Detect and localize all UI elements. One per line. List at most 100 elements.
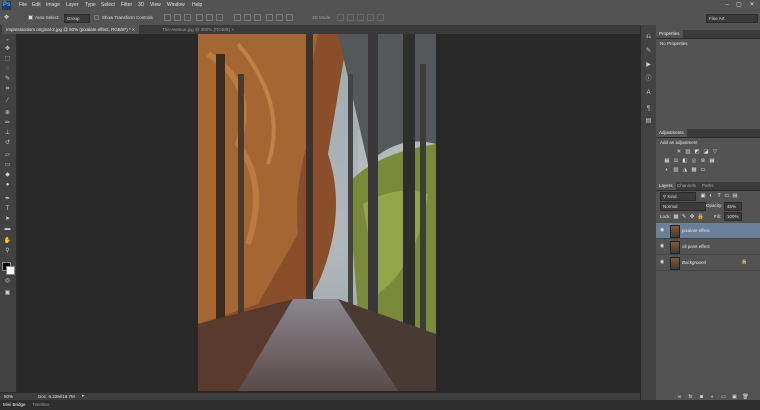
move-tool-icon[interactable]: ✥ xyxy=(3,46,12,53)
history-icon[interactable]: ⎌ xyxy=(644,33,653,41)
visibility-eye-icon[interactable]: ◉ xyxy=(659,227,665,233)
show-transform-checkbox[interactable] xyxy=(94,15,99,20)
layer-filter-kind-dropdown[interactable]: ⚲ Kind xyxy=(660,192,696,201)
distribute-hcenter-icon[interactable] xyxy=(276,14,283,21)
fill-input[interactable]: 100% xyxy=(724,212,742,221)
menu-3d[interactable]: 3D xyxy=(138,2,144,8)
menu-help[interactable]: Help xyxy=(192,2,202,8)
color-balance-icon[interactable]: ⚖ xyxy=(673,158,679,164)
quick-select-tool-icon[interactable]: ✎ xyxy=(3,76,12,83)
filter-adjustment-icon[interactable]: ◐ xyxy=(708,193,714,199)
distribute-vcenter-icon[interactable] xyxy=(244,14,251,21)
dodge-tool-icon[interactable]: ● xyxy=(3,182,12,189)
info-icon[interactable]: ⓘ xyxy=(644,75,653,83)
pen-tool-icon[interactable]: ✒ xyxy=(3,196,12,203)
menu-layer[interactable]: Layer xyxy=(66,2,79,8)
align-bottom-icon[interactable] xyxy=(184,14,191,21)
zoom-tool-icon[interactable]: ⚲ xyxy=(3,248,12,255)
marquee-tool-icon[interactable]: ⬚ xyxy=(3,56,12,63)
tab-timeline[interactable]: Timeline xyxy=(32,401,49,409)
filter-pixel-icon[interactable]: ▣ xyxy=(700,193,706,199)
menu-type[interactable]: Type xyxy=(85,2,96,8)
menu-edit[interactable]: Edit xyxy=(32,2,41,8)
tab-layers[interactable]: Layers xyxy=(656,182,676,190)
menu-image[interactable]: Image xyxy=(46,2,60,8)
character-icon[interactable]: A xyxy=(644,89,653,97)
shape-tool-icon[interactable]: ▬ xyxy=(3,226,12,233)
brush-presets-icon[interactable]: ✎ xyxy=(644,47,653,55)
lock-image-icon[interactable]: ✎ xyxy=(681,214,687,220)
background-color-swatch[interactable] xyxy=(6,266,15,275)
visibility-eye-icon[interactable]: ◉ xyxy=(659,259,665,265)
layer-row-pixalate-effect[interactable]: ◉ pixalate effect xyxy=(656,223,760,239)
menu-select[interactable]: Select xyxy=(101,2,115,8)
3d-slide-icon[interactable] xyxy=(367,14,374,21)
3d-drag-icon[interactable] xyxy=(357,14,364,21)
hue-saturation-icon[interactable]: ▦ xyxy=(664,158,670,164)
tab-channels[interactable]: Channels xyxy=(674,182,699,190)
maximize-icon[interactable]: ▢ xyxy=(734,1,744,9)
3d-scale-icon[interactable] xyxy=(377,14,384,21)
invert-icon[interactable]: ◐ xyxy=(664,167,670,173)
distribute-right-icon[interactable] xyxy=(286,14,293,21)
menu-filter[interactable]: Filter xyxy=(121,2,132,8)
tab-mini-bridge[interactable]: Mini Bridge xyxy=(3,401,26,409)
filter-type-icon[interactable]: T xyxy=(716,193,722,199)
workspace-dropdown[interactable]: Fine Art xyxy=(706,14,758,23)
align-top-icon[interactable] xyxy=(164,14,171,21)
blend-mode-dropdown[interactable]: Normal xyxy=(660,202,706,211)
hand-tool-icon[interactable]: ✋ xyxy=(3,238,12,245)
vibrance-icon[interactable]: ▽ xyxy=(712,149,718,155)
layer-row-oil-paint-effect[interactable]: ◉ oil paint effect xyxy=(656,239,760,255)
align-hcenter-icon[interactable] xyxy=(206,14,213,21)
lock-transparent-icon[interactable]: ▩ xyxy=(673,214,679,220)
distribute-top-icon[interactable] xyxy=(234,14,241,21)
move-tool-preset-icon[interactable]: ✥ xyxy=(4,14,11,21)
exposure-icon[interactable]: ◪ xyxy=(703,149,709,155)
tab-paths[interactable]: Paths xyxy=(699,182,717,190)
lock-all-icon[interactable]: 🔒 xyxy=(697,214,704,220)
gradient-map-icon[interactable]: ▭ xyxy=(700,167,706,173)
color-lookup-icon[interactable]: ▦ xyxy=(709,158,715,164)
close-icon[interactable]: ✕ xyxy=(747,1,757,9)
menu-file[interactable]: File xyxy=(19,2,27,8)
menu-window[interactable]: Window xyxy=(167,2,185,8)
eyedropper-tool-icon[interactable]: ⁄ xyxy=(3,98,12,105)
lasso-tool-icon[interactable]: ◌ xyxy=(3,66,12,73)
curves-icon[interactable]: ◩ xyxy=(694,149,700,155)
brush-tool-icon[interactable]: ✏ xyxy=(3,120,12,127)
auto-select-checkbox[interactable] xyxy=(28,15,33,20)
photo-filter-icon[interactable]: ◎ xyxy=(691,158,697,164)
document-image[interactable] xyxy=(198,34,436,391)
channel-mixer-icon[interactable]: ⊛ xyxy=(700,158,706,164)
tab-properties[interactable]: Properties xyxy=(656,30,683,38)
type-tool-icon[interactable]: T xyxy=(3,206,12,213)
toolbox-collapse-icon[interactable]: » xyxy=(3,36,12,43)
align-left-icon[interactable] xyxy=(196,14,203,21)
selective-color-icon[interactable]: ▩ xyxy=(691,167,697,173)
tab-adjustments[interactable]: Adjustments xyxy=(656,129,687,137)
paragraph-icon[interactable]: ¶ xyxy=(644,105,653,113)
gradient-tool-icon[interactable]: ▭ xyxy=(3,162,12,169)
minimize-icon[interactable]: – xyxy=(722,1,732,9)
clone-stamp-tool-icon[interactable]: ⊥ xyxy=(3,130,12,137)
menu-view[interactable]: View xyxy=(150,2,161,8)
black-white-icon[interactable]: ◧ xyxy=(682,158,688,164)
quick-mask-icon[interactable]: ◎ xyxy=(3,278,12,285)
lock-position-icon[interactable]: ✥ xyxy=(689,214,695,220)
actions-icon[interactable]: ▶ xyxy=(644,61,653,69)
distribute-left-icon[interactable] xyxy=(266,14,273,21)
opacity-input[interactable]: 45% xyxy=(724,202,742,211)
posterize-icon[interactable]: ▨ xyxy=(673,167,679,173)
align-vcenter-icon[interactable] xyxy=(174,14,181,21)
align-right-icon[interactable] xyxy=(216,14,223,21)
3d-rotate-icon[interactable] xyxy=(337,14,344,21)
tab-the-avenue[interactable]: The-Avenue.jpg @ 200% (RGB/8) × xyxy=(158,25,238,34)
auto-select-dropdown[interactable]: Group xyxy=(64,14,90,23)
blur-tool-icon[interactable]: ◆ xyxy=(3,172,12,179)
3d-roll-icon[interactable] xyxy=(347,14,354,21)
status-menu-arrow-icon[interactable]: ▸ xyxy=(82,393,85,399)
crop-tool-icon[interactable]: ⌗ xyxy=(3,86,12,93)
layer-row-background[interactable]: ◉ Background 🔒 xyxy=(656,255,760,271)
tab-impressionism-original[interactable]: Impressionism original-2.jpg @ 50% (pixa… xyxy=(2,25,139,34)
